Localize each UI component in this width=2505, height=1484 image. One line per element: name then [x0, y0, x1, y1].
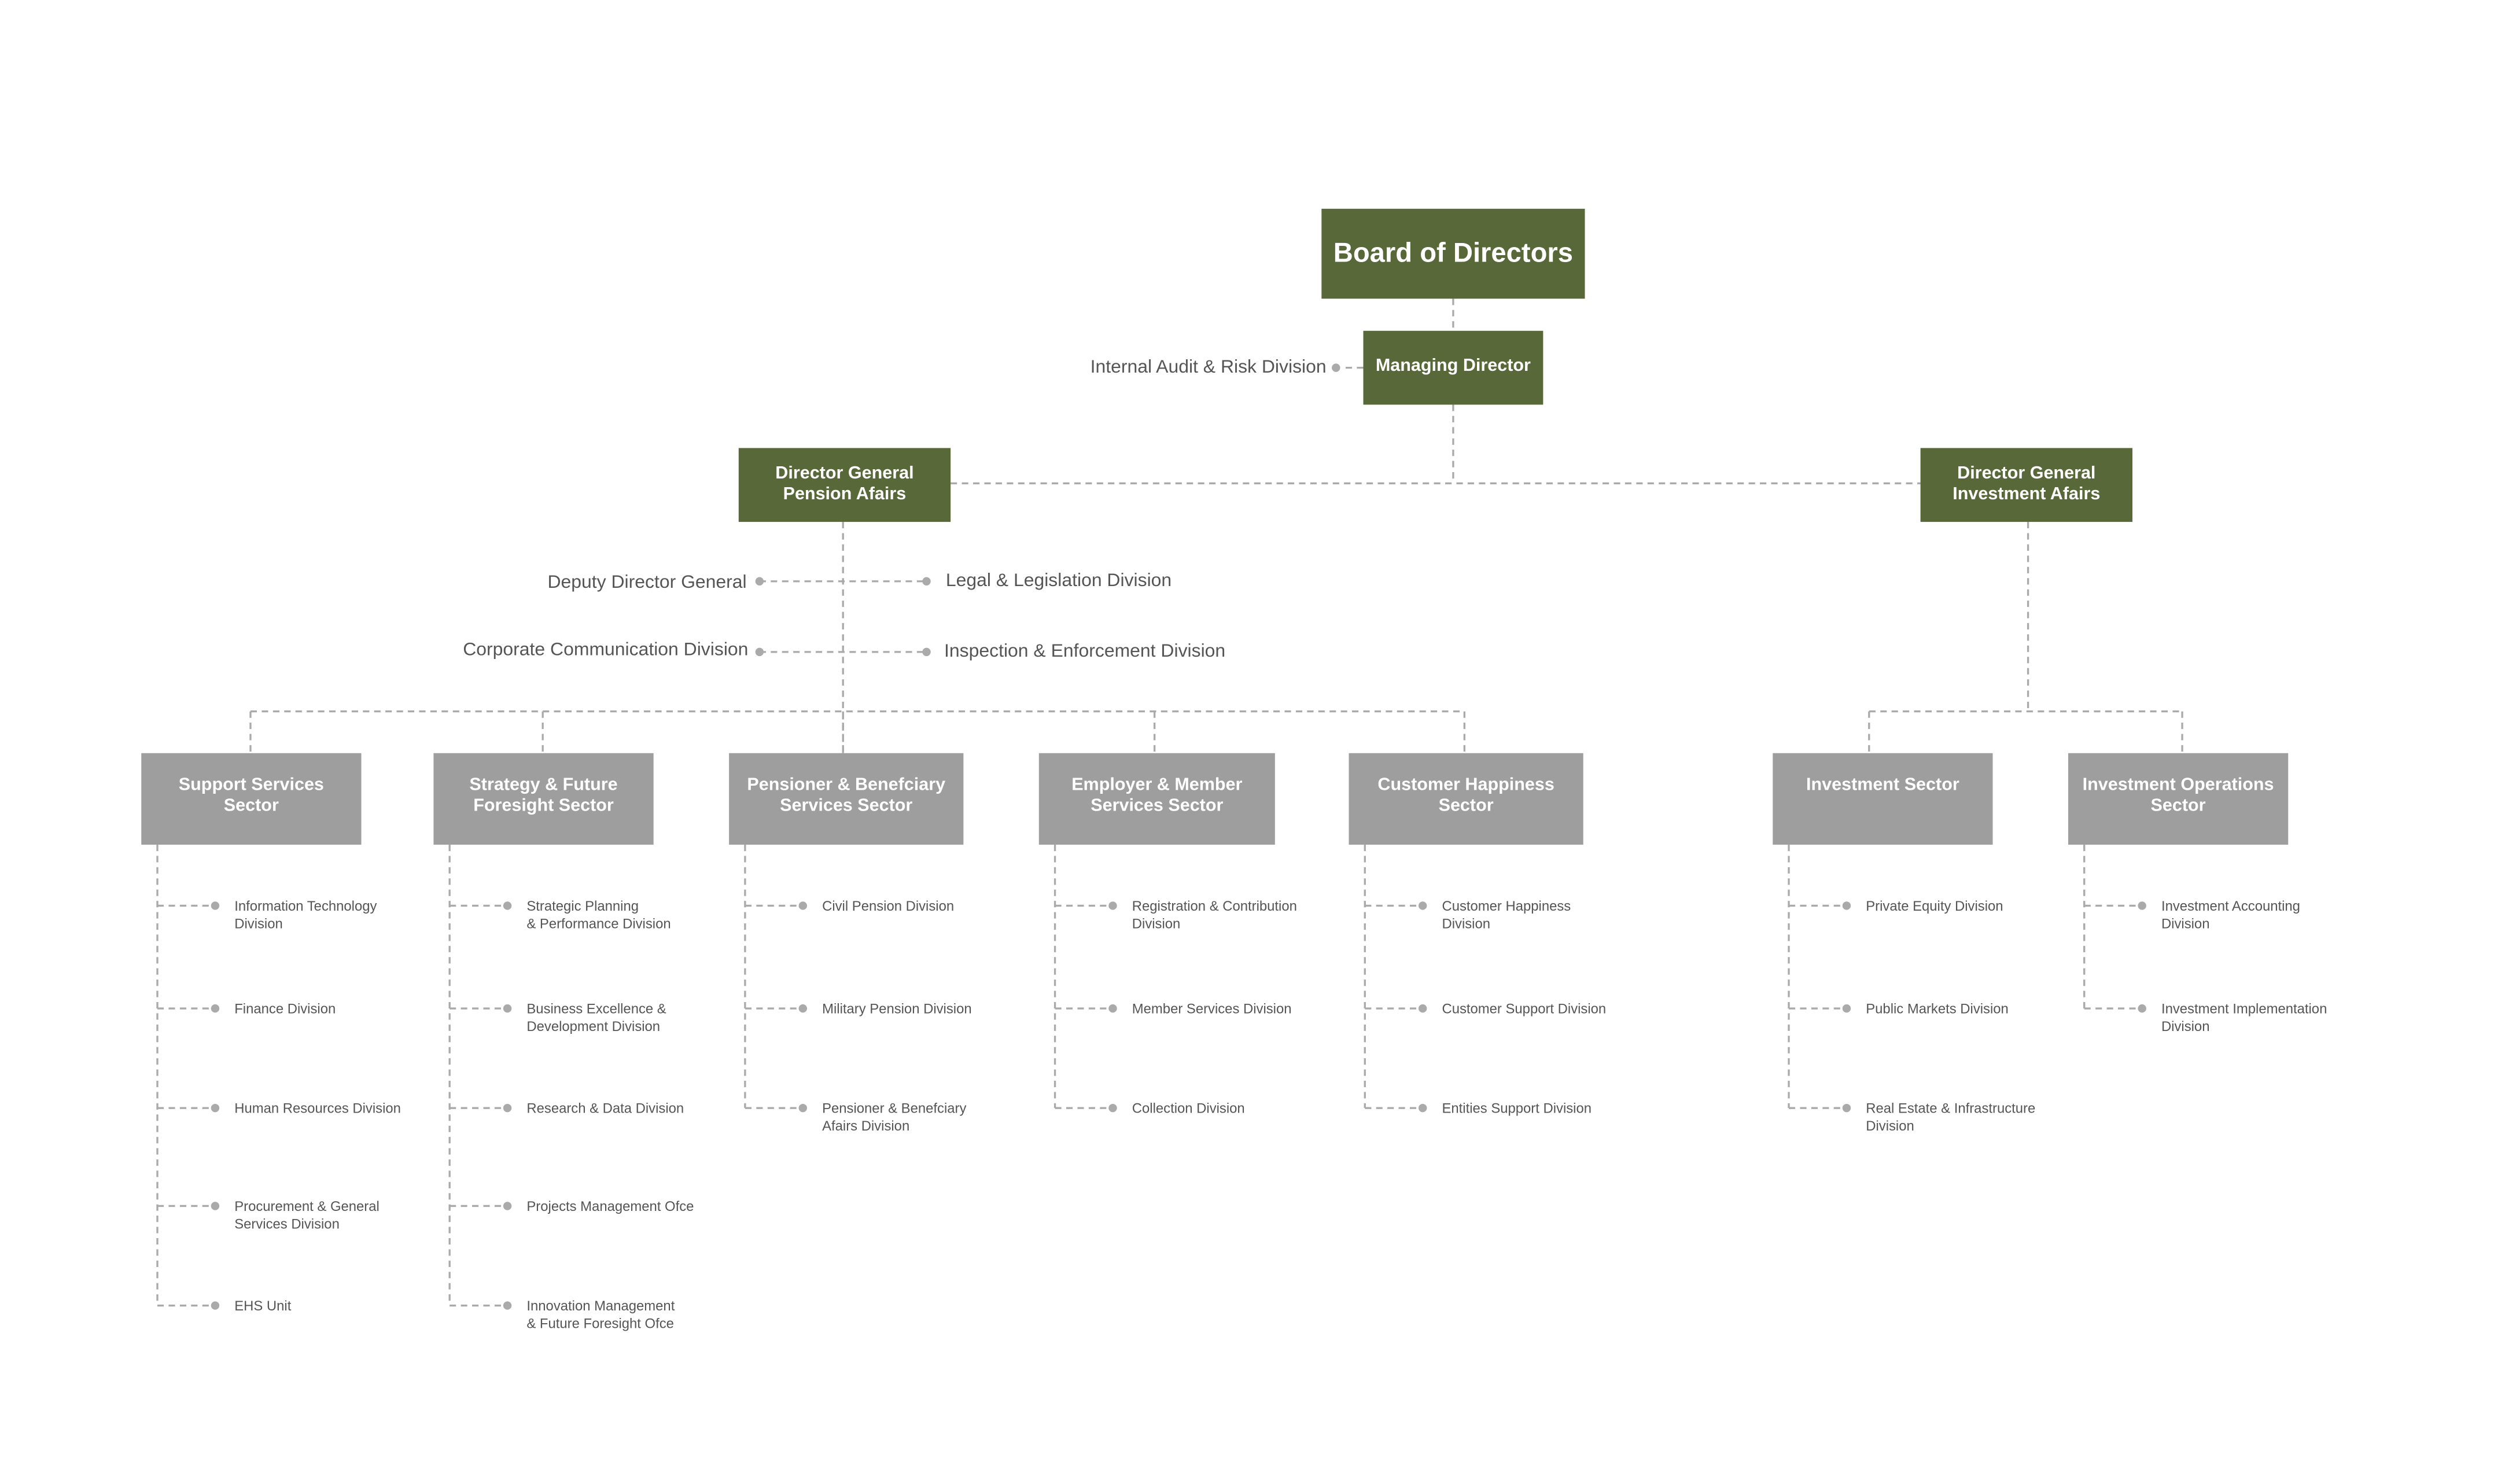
deputy-dg-label: Deputy Director General	[547, 573, 747, 593]
connector-dot	[922, 577, 931, 586]
division-label: Investment Accounting Division	[2161, 897, 2300, 931]
legal-division-label: Legal & Legislation Division	[945, 572, 1172, 591]
connector-lines	[156, 299, 2183, 1310]
sector-box: Investment Sector	[1773, 753, 1993, 845]
division-label: Information Technology Division	[234, 897, 377, 931]
division-label: Strategic Planning & Performance Divisio…	[526, 897, 671, 931]
connector-dot	[2138, 1004, 2146, 1013]
connector-dot	[503, 1103, 512, 1113]
corporate-communication-label: Corporate Communication Division	[463, 640, 749, 660]
division-label: Business Excellence & Development Divisi…	[526, 1000, 666, 1034]
connector-dot	[211, 1301, 220, 1310]
connector-dot	[211, 1004, 220, 1013]
connector-dot	[1842, 901, 1851, 910]
division-label: Civil Pension Division	[822, 897, 955, 914]
division-label: Private Equity Division	[1866, 897, 2003, 914]
connector-dot	[922, 647, 931, 657]
division-label: Customer Support Division	[1442, 1000, 1607, 1017]
board-of-directors-box: Board of Directors	[1321, 208, 1585, 299]
connector-dot	[211, 901, 220, 910]
connector-dot	[2138, 901, 2146, 910]
org-chart: Board of Directors Managing Director Int…	[0, 0, 2505, 1484]
connector-dot	[1842, 1004, 1851, 1013]
internal-audit-label: Internal Audit & Risk Division	[1090, 358, 1327, 378]
connector-dot	[755, 577, 764, 586]
connector-dot	[1108, 901, 1117, 910]
division-label: Registration & Contribution Division	[1132, 897, 1297, 931]
division-label: Human Resources Division	[234, 1100, 401, 1117]
connector-dot	[798, 1103, 808, 1113]
connector-dot	[798, 1004, 808, 1013]
connector-dot	[1418, 901, 1427, 910]
connector-dot	[798, 901, 808, 910]
division-label: Real Estate & Infrastructure Division	[1866, 1100, 2036, 1133]
sector-box: Employer & Member Services Sector	[1038, 753, 1275, 845]
connector-dot	[1108, 1004, 1117, 1013]
connector-dot	[503, 1202, 512, 1210]
dg-pension-box: Director General Pension Afairs	[738, 448, 951, 522]
inspection-division-label: Inspection & Enforcement Division	[944, 642, 1226, 662]
dg-investment-box: Director General Investment Afairs	[1920, 448, 2132, 522]
division-label: Public Markets Division	[1866, 1000, 2009, 1017]
division-label: Member Services Division	[1132, 1000, 1292, 1017]
division-label: Procurement & General Services Division	[234, 1198, 380, 1231]
division-label: Investment Implementation Division	[2161, 1000, 2327, 1034]
connector-dot	[1418, 1004, 1427, 1013]
division-label: Entities Support Division	[1442, 1100, 1592, 1117]
division-label: Customer Happiness Division	[1442, 897, 1571, 931]
sector-box: Support Services Sector	[141, 753, 362, 845]
connector-dot	[1332, 363, 1340, 372]
division-label: Collection Division	[1132, 1100, 1245, 1117]
connector-dot	[755, 647, 764, 657]
connector-dot	[503, 901, 512, 910]
connector-dot	[211, 1103, 220, 1113]
connector-dot	[503, 1301, 512, 1310]
division-label: Research & Data Division	[526, 1100, 684, 1117]
division-label: EHS Unit	[234, 1297, 292, 1314]
division-label: Pensioner & Benefciary Afairs Division	[822, 1100, 967, 1133]
connector-dot	[211, 1202, 220, 1210]
division-label: Military Pension Division	[822, 1000, 972, 1017]
division-label: Innovation Management & Future Foresight…	[526, 1297, 675, 1331]
connector-dot	[1108, 1103, 1117, 1113]
division-label: Finance Division	[234, 1000, 336, 1017]
connector-dot	[1418, 1103, 1427, 1113]
connector-dot	[503, 1004, 512, 1013]
sector-box: Pensioner & Benefciary Services Sector	[729, 753, 964, 845]
division-label: Projects Management Ofce	[526, 1198, 694, 1214]
sector-box: Strategy & Future Foresight Sector	[433, 753, 654, 845]
sector-box: Customer Happiness Sector	[1349, 753, 1583, 845]
sector-box: Investment Operations Sector	[2068, 753, 2289, 845]
managing-director-box: Managing Director	[1363, 330, 1543, 405]
connector-dot	[1842, 1103, 1851, 1113]
